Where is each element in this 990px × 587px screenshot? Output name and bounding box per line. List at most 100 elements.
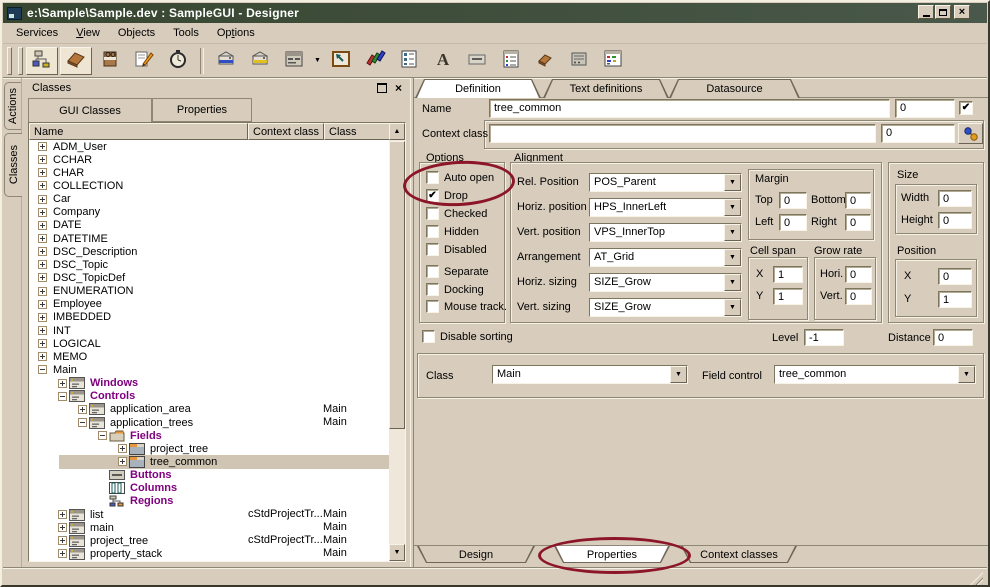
toolbar-button-drive-blue[interactable] [210, 47, 242, 75]
expand-icon[interactable] [38, 208, 47, 217]
tree-row-application-area[interactable]: application_areaMain [29, 403, 389, 416]
expand-icon[interactable] [38, 221, 47, 230]
class-combobox[interactable]: Main ▼ [492, 365, 688, 384]
tree-row-main[interactable]: Main [29, 363, 389, 376]
tab-design[interactable]: Design [417, 546, 535, 563]
separate-checkbox[interactable] [426, 265, 439, 278]
context-class-picker-button[interactable] [958, 123, 983, 144]
x-input[interactable]: 0 [938, 268, 972, 285]
name-aux-input[interactable]: 0 [895, 99, 955, 118]
tree-row-columns[interactable]: Columns [29, 482, 389, 495]
tree-row-property-stack[interactable]: property_stackMain [29, 547, 389, 560]
expand-icon[interactable] [58, 379, 67, 388]
name-checkbox[interactable]: ✔ [959, 101, 973, 115]
context-class-input[interactable] [489, 124, 876, 143]
height-input[interactable]: 0 [938, 212, 972, 229]
tree-row-project-tree[interactable]: project_treecStdProjectTr...Main [29, 534, 389, 547]
tree-row-memo[interactable]: MEMO [29, 350, 389, 363]
vert-position-combobox[interactable]: VPS_InnerTop▼ [589, 223, 742, 242]
toolbar-button-window-arrow[interactable] [325, 47, 357, 75]
toolbar-dropdown-form-grid[interactable]: ▼ [311, 47, 324, 75]
tree-row-imbedded[interactable]: IMBEDDED [29, 311, 389, 324]
toolbar-grip[interactable] [7, 47, 12, 75]
expand-icon[interactable] [38, 247, 47, 256]
panel-splitter[interactable] [410, 78, 414, 567]
field-control-combobox-dropdown[interactable]: ▼ [958, 366, 975, 383]
toolbar-button-mini-button[interactable] [461, 47, 493, 75]
combobox-dropdown[interactable]: ▼ [724, 199, 741, 216]
horiz-sizing-combobox[interactable]: SIZE_Grow▼ [589, 273, 742, 292]
toolbar-button-edit-doc[interactable] [128, 47, 160, 75]
expand-icon[interactable] [58, 549, 67, 558]
tree-row-cchar[interactable]: CCHAR [29, 153, 389, 166]
toolbar-button-drive-yellow[interactable] [244, 47, 276, 75]
tab-definition[interactable]: Definition [415, 79, 541, 98]
tab-gui-classes[interactable]: GUI Classes [28, 98, 152, 122]
expand-icon[interactable] [38, 287, 47, 296]
expand-icon[interactable] [38, 181, 47, 190]
expand-icon[interactable] [38, 326, 47, 335]
expand-icon[interactable] [58, 510, 67, 519]
column-header-class[interactable]: Class [324, 123, 391, 140]
tree-row-car[interactable]: Car [29, 193, 389, 206]
name-input[interactable]: tree_common [489, 99, 890, 118]
expand-icon[interactable] [118, 444, 127, 453]
minimize-button[interactable] [918, 5, 934, 19]
resize-grip[interactable] [970, 572, 983, 585]
arrangement-combobox[interactable]: AT_Grid▼ [589, 248, 742, 267]
tree-row-buttons[interactable]: Buttons [29, 469, 389, 482]
disabled-checkbox[interactable] [426, 243, 439, 256]
title-bar[interactable]: e:\Sample\Sample.dev : SampleGUI - Desig… [3, 3, 987, 23]
horiz-position-combobox[interactable]: HPS_InnerLeft▼ [589, 198, 742, 217]
expand-icon[interactable] [38, 273, 47, 282]
toolbar-button-ribbon[interactable] [359, 47, 391, 75]
tab-context-classes[interactable]: Context classes [681, 546, 797, 563]
docking-checkbox[interactable] [426, 283, 439, 296]
tree-row-enumeration[interactable]: ENUMERATION [29, 285, 389, 298]
column-header-context-class[interactable]: Context class [248, 123, 324, 140]
maximize-button[interactable] [935, 5, 951, 19]
drop-checkbox[interactable]: ✔ [426, 189, 439, 202]
tree-row-main[interactable]: mainMain [29, 521, 389, 534]
field-control-combobox[interactable]: tree_common ▼ [774, 365, 976, 384]
tab-datasource[interactable]: Datasource [669, 79, 800, 98]
tree-row-char[interactable]: CHAR [29, 166, 389, 179]
tree-row-employee[interactable]: Employee [29, 298, 389, 311]
rel-position-combobox[interactable]: POS_Parent▼ [589, 173, 742, 192]
expand-icon[interactable] [38, 260, 47, 269]
tree-row-dsc-topic[interactable]: DSC_Topic [29, 258, 389, 271]
tab-text-definitions[interactable]: Text definitions [543, 79, 669, 98]
column-header-name[interactable]: Name [29, 123, 248, 140]
menu-options[interactable]: Options [208, 25, 264, 41]
scroll-thumb[interactable] [389, 141, 405, 429]
scroll-up-button[interactable]: ▲ [389, 123, 405, 140]
expand-icon[interactable] [38, 352, 47, 361]
mouse-track-checkbox[interactable] [426, 300, 439, 313]
collapse-icon[interactable] [98, 431, 107, 440]
class-combobox-dropdown[interactable]: ▼ [670, 366, 687, 383]
close-panel-button[interactable]: × [391, 81, 406, 95]
tree-row-adm-user[interactable]: ADM_User [29, 140, 389, 153]
collapse-icon[interactable] [38, 365, 47, 374]
y-input[interactable]: 1 [938, 291, 972, 308]
tab-properties[interactable]: Properties [152, 98, 252, 122]
combobox-dropdown[interactable]: ▼ [724, 249, 741, 266]
toolbar-button-help-book[interactable] [94, 47, 126, 75]
collapse-icon[interactable] [58, 392, 67, 401]
menu-services[interactable]: Services [7, 25, 67, 41]
toolbar-button-drive-gray[interactable] [563, 47, 595, 75]
tree-row-controls[interactable]: Controls [29, 390, 389, 403]
toolbar-button-table-list[interactable] [393, 47, 425, 75]
expand-icon[interactable] [38, 142, 47, 151]
vert-input[interactable]: 0 [845, 288, 872, 305]
menu-tools[interactable]: Tools [164, 25, 208, 41]
x-input[interactable]: 1 [773, 266, 803, 283]
tree-row-dsc-description[interactable]: DSC_Description [29, 245, 389, 258]
bottom-input[interactable]: 0 [845, 192, 871, 209]
tree-row-date[interactable]: DATE [29, 219, 389, 232]
tree-row-dsc-topicdef[interactable]: DSC_TopicDef [29, 271, 389, 284]
toolbar-button-font-a[interactable]: A [427, 47, 459, 75]
level-input[interactable]: -1 [804, 329, 844, 346]
tree-row-regions[interactable]: Regions [29, 495, 389, 508]
expand-icon[interactable] [58, 523, 67, 532]
